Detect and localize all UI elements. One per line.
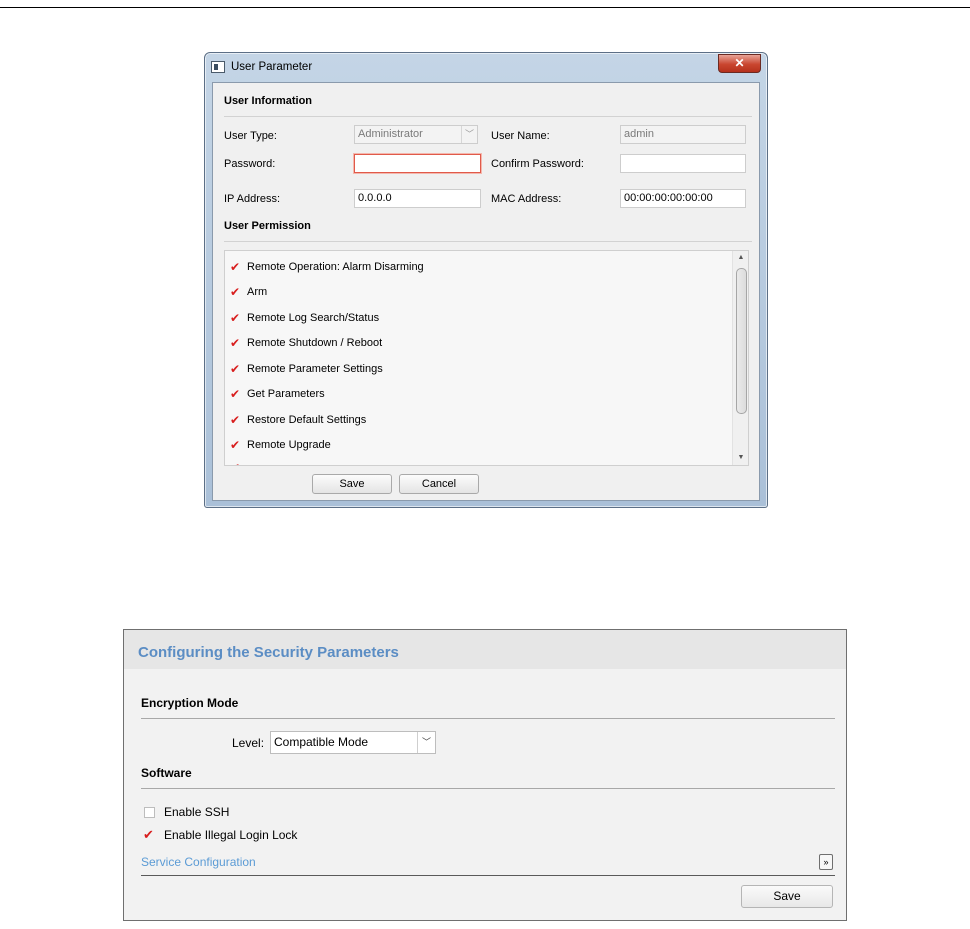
user-type-select[interactable]: Administrator ﹀ (354, 125, 478, 144)
permission-list[interactable]: ✔ Remote Operation: Alarm Disarming ✔ Ar… (224, 250, 749, 466)
password-label: Password: (224, 158, 276, 170)
section-divider (141, 718, 835, 719)
enable-ssh-checkbox[interactable] (144, 807, 155, 818)
dialog-body: User Information User Type: Administrato… (212, 82, 760, 501)
password-field[interactable] (354, 154, 481, 173)
panel-header: Configuring the Security Parameters (124, 630, 846, 669)
software-heading: Software (141, 766, 192, 780)
checkbox-checked-icon[interactable]: ✔ (230, 286, 242, 298)
user-permission-heading: User Permission (224, 220, 311, 232)
permission-label: Restore Default Settings (247, 414, 367, 426)
section-divider (141, 875, 835, 876)
section-divider (141, 788, 835, 789)
permission-label: Remote Operation: Alarm Disarming (247, 261, 424, 273)
encryption-mode-heading: Encryption Mode (141, 696, 239, 710)
dialog-titlebar[interactable]: User Parameter ✕ (205, 53, 767, 81)
user-type-value: Administrator (358, 128, 423, 140)
level-value: Compatible Mode (274, 735, 369, 749)
scroll-up-icon[interactable]: ▲ (733, 251, 748, 265)
level-select[interactable]: Compatible Mode ﹀ (270, 731, 436, 754)
checkbox-checked-icon[interactable]: ✔ (230, 414, 242, 426)
checkbox-checked-icon[interactable]: ✔ (230, 337, 242, 349)
permission-label: Get Parameters (247, 388, 325, 400)
mac-address-label: MAC Address: (491, 193, 562, 205)
user-parameter-dialog: User Parameter ✕ User Information User T… (204, 52, 768, 508)
dialog-title: User Parameter (231, 61, 313, 73)
save-button[interactable]: Save (741, 885, 833, 908)
permission-label: Remote Log Search/Status (247, 312, 380, 324)
section-divider (224, 116, 752, 117)
ip-address-field[interactable]: 0.0.0.0 (354, 189, 481, 208)
app-window-icon (211, 61, 225, 73)
checkbox-checked-icon[interactable]: ✔ (230, 363, 242, 375)
panel-title: Configuring the Security Parameters (138, 644, 399, 661)
checkbox-checked-icon[interactable]: ✔ (230, 388, 242, 400)
confirm-password-label: Confirm Password: (491, 158, 584, 170)
confirm-password-field[interactable] (620, 154, 746, 173)
enable-illegal-login-lock-checkbox[interactable]: ✔ (143, 828, 155, 841)
section-divider (224, 241, 752, 242)
checkbox-checked-icon[interactable]: ✔ (230, 312, 242, 324)
security-parameters-panel: Configuring the Security Parameters Encr… (123, 629, 847, 921)
scrollbar-thumb[interactable] (736, 268, 747, 414)
level-label: Level: (232, 736, 265, 750)
page-top-rule (0, 7, 970, 8)
permission-label: Arm (247, 286, 268, 298)
user-name-label: User Name: (491, 130, 550, 142)
expand-icon[interactable]: » (819, 854, 833, 870)
mac-address-field[interactable]: 00:00:00:00:00:00 (620, 189, 746, 208)
checkbox-checked-icon[interactable]: ✔ (230, 462, 242, 465)
scroll-down-icon[interactable]: ▼ (733, 451, 748, 465)
save-button[interactable]: Save (312, 474, 392, 494)
user-type-label: User Type: (224, 130, 277, 142)
close-button[interactable]: ✕ (718, 54, 761, 73)
permission-label: Remote Shutdown / Reboot (247, 337, 383, 349)
permission-label: Remote Upgrade (247, 439, 331, 451)
cancel-button[interactable]: Cancel (399, 474, 479, 494)
ip-address-label: IP Address: (224, 193, 281, 205)
checkbox-checked-icon[interactable]: ✔ (230, 439, 242, 451)
illegal-login-lock-label: Enable Illegal Login Lock (164, 828, 298, 842)
chevron-down-icon[interactable]: ﹀ (461, 126, 477, 143)
checkbox-checked-icon[interactable]: ✔ (230, 261, 242, 273)
permission-scrollbar[interactable]: ▲ ▼ (732, 251, 748, 465)
user-name-field[interactable]: admin (620, 125, 746, 144)
permission-label: Remote Parameter Settings (247, 363, 383, 375)
enable-ssh-label: Enable SSH (164, 805, 230, 819)
user-information-heading: User Information (224, 95, 313, 107)
service-configuration-link[interactable]: Service Configuration (141, 855, 256, 869)
close-icon: ✕ (734, 56, 745, 70)
chevron-down-icon[interactable]: ﹀ (417, 732, 435, 753)
